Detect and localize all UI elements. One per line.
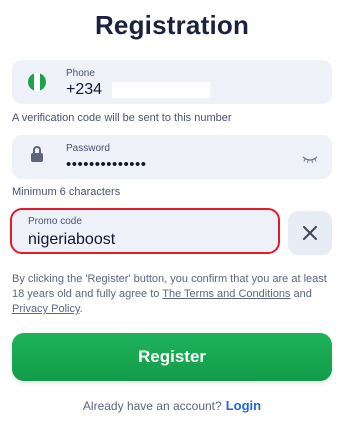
phone-hint: A verification code will be sent to this…: [12, 112, 232, 124]
password-field[interactable]: Password ••••••••••••••: [12, 135, 332, 179]
login-prompt: Already have an account? Login: [0, 398, 344, 413]
login-link[interactable]: Login: [226, 398, 261, 413]
promo-clear-button[interactable]: [288, 211, 332, 255]
phone-input[interactable]: +234: [66, 81, 102, 99]
terms-and: and: [290, 288, 312, 300]
password-input[interactable]: ••••••••••••••: [66, 156, 147, 173]
register-button[interactable]: Register: [12, 333, 332, 381]
terms-link[interactable]: The Terms and Conditions: [162, 288, 290, 300]
privacy-policy-link[interactable]: Privacy Policy: [12, 303, 80, 315]
password-label: Password: [66, 143, 110, 154]
phone-number-mask: [112, 82, 210, 98]
eye-closed-icon[interactable]: [302, 155, 318, 163]
promo-code-label: Promo code: [28, 216, 82, 227]
close-icon: [303, 226, 317, 240]
page-title: Registration: [94, 10, 250, 40]
lock-icon: [31, 146, 43, 163]
terms-text: By clicking the 'Register' button, you c…: [12, 272, 332, 317]
promo-code-field[interactable]: Promo code nigeriaboost: [10, 208, 280, 254]
phone-label: Phone: [66, 68, 95, 79]
terms-suffix: .: [79, 303, 83, 315]
password-hint: Minimum 6 characters: [12, 186, 121, 198]
login-prompt-text: Already have an account?: [82, 399, 222, 413]
phone-field[interactable]: Phone +234: [12, 60, 332, 104]
promo-code-input[interactable]: nigeriaboost: [28, 231, 115, 249]
nigeria-flag-icon: [28, 73, 46, 91]
